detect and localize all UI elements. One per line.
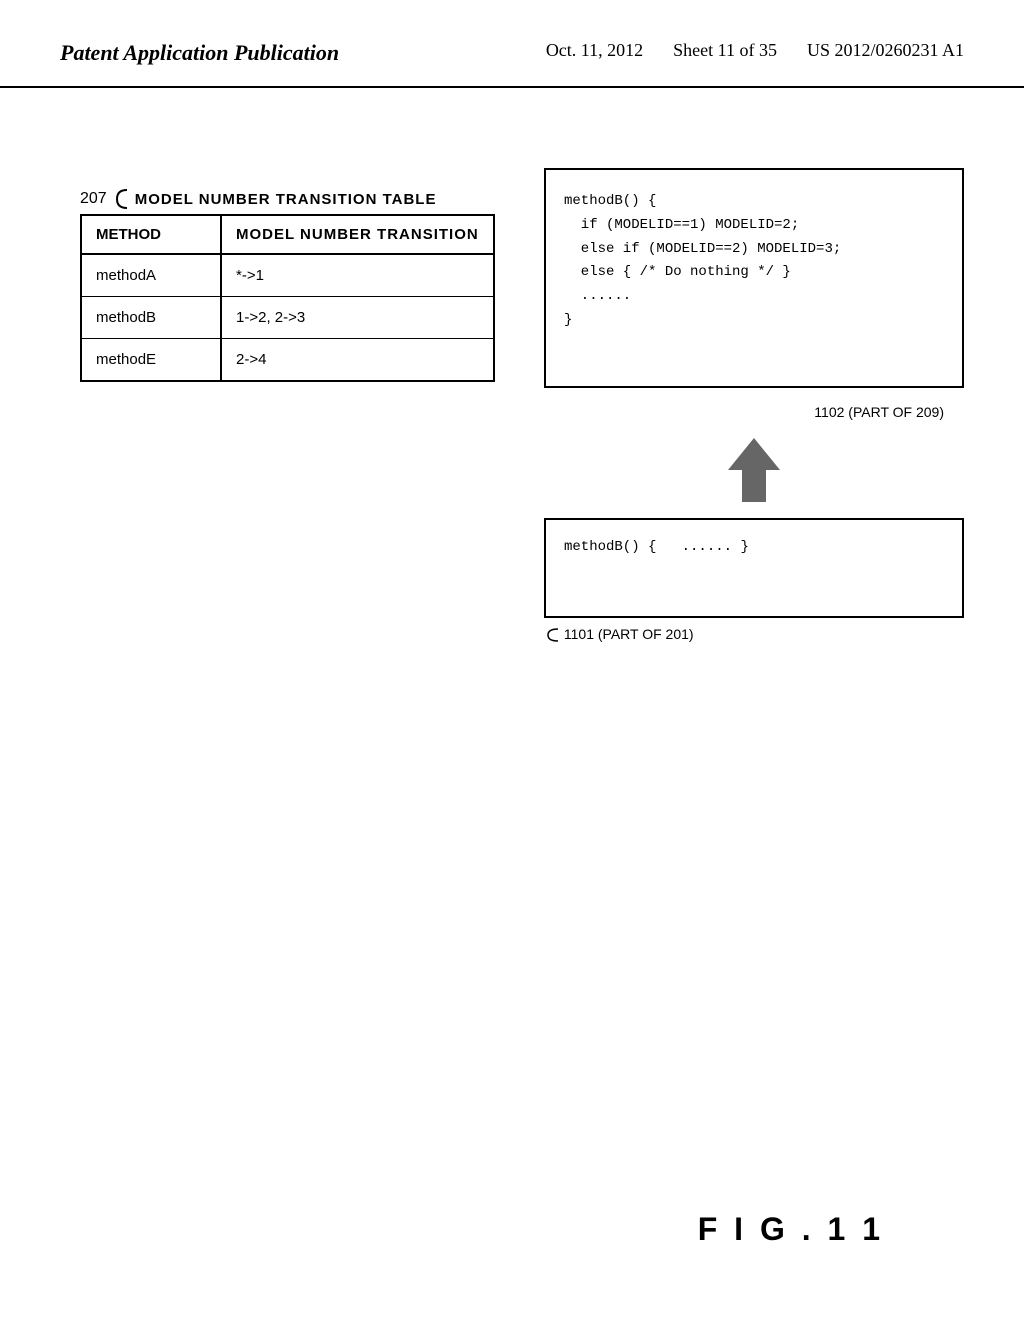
page-header: Patent Application Publication Oct. 11, … — [0, 0, 1024, 88]
code-line-3: else if (MODELID==2) MODELID=3; — [564, 238, 944, 262]
orig-code-line-2: ...... — [665, 539, 732, 555]
col-transition-header: MODEL NUMBER TRANSITION — [222, 216, 493, 253]
main-content: 207 MODEL NUMBER TRANSITION TABLE METHOD… — [0, 88, 1024, 1308]
upward-arrow-icon — [724, 434, 784, 504]
table-id: 207 — [80, 190, 107, 208]
table-row: methodE 2->4 — [82, 339, 493, 380]
cell-transition-2: 1->2, 2->3 — [222, 297, 493, 338]
code-line-6: } — [564, 309, 944, 333]
sheet-info: Sheet 11 of 35 — [673, 40, 777, 61]
code-line-1: methodB() { — [564, 190, 944, 214]
transition-table: METHOD MODEL NUMBER TRANSITION methodA *… — [80, 214, 495, 382]
cell-method-2: methodB — [82, 297, 222, 338]
orig-code-line-1: methodB() { — [564, 539, 656, 555]
code-box-bottom: methodB() { ...... } — [544, 518, 964, 618]
header-info: Oct. 11, 2012 Sheet 11 of 35 US 2012/026… — [546, 40, 964, 61]
cell-transition-1: *->1 — [222, 255, 493, 296]
col-method-header: METHOD — [82, 216, 222, 253]
label-1101: 1101 (PART OF 201) — [544, 626, 964, 643]
cell-method-1: methodA — [82, 255, 222, 296]
table-title: MODEL NUMBER TRANSITION TABLE — [135, 191, 437, 208]
label-1102: 1102 (PART OF 209) — [544, 404, 964, 420]
table-section: 207 MODEL NUMBER TRANSITION TABLE METHOD… — [80, 188, 495, 382]
code-box-top: methodB() { if (MODELID==1) MODELID=2; e… — [544, 168, 964, 388]
orig-code-line-3: } — [740, 539, 748, 555]
code-line-5: ...... — [564, 285, 944, 309]
table-header-row: METHOD MODEL NUMBER TRANSITION — [82, 216, 493, 255]
patent-number: US 2012/0260231 A1 — [807, 40, 964, 61]
table-row: methodB 1->2, 2->3 — [82, 297, 493, 339]
table-title-bracket — [113, 188, 129, 210]
publication-date: Oct. 11, 2012 — [546, 40, 643, 61]
cell-method-3: methodE — [82, 339, 222, 380]
code-line-4: else { /* Do nothing */ } — [564, 261, 944, 285]
publication-title: Patent Application Publication — [60, 40, 339, 66]
table-row: methodA *->1 — [82, 255, 493, 297]
table-label-area: 207 MODEL NUMBER TRANSITION TABLE — [80, 188, 495, 210]
fig-label: F I G . 1 1 — [698, 1211, 884, 1248]
code-section: methodB() { if (MODELID==1) MODELID=2; e… — [544, 168, 964, 643]
code-line-2: if (MODELID==1) MODELID=2; — [564, 214, 944, 238]
cell-transition-3: 2->4 — [222, 339, 493, 380]
